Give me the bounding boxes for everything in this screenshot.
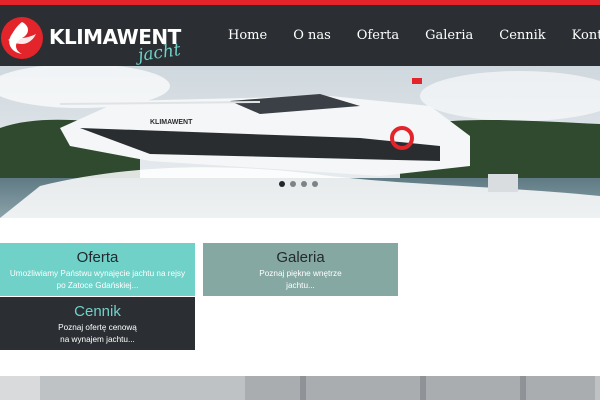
nav-oferta[interactable]: Oferta <box>357 28 399 43</box>
logo[interactable]: KLIMAWENT jacht <box>0 11 190 71</box>
nav-home[interactable]: Home <box>228 28 267 43</box>
tile-cennik-desc-line2: na wynajem jachtu... <box>60 335 135 344</box>
slider-dots <box>279 181 318 187</box>
main-nav: Home O nas Oferta Galeria Cennik Kontakt <box>228 10 600 60</box>
logo-icon <box>1 17 43 59</box>
tile-galeria-title: Galeria <box>276 249 325 266</box>
nav-o-nas[interactable]: O nas <box>293 28 331 43</box>
tile-galeria-desc: Poznaj piękne wnętrze jachtu... <box>203 268 398 292</box>
tile-cennik-title: Cennik <box>74 303 121 320</box>
slider-dot-2[interactable] <box>290 181 296 187</box>
tile-oferta-desc: Umożliwiamy Państwu wynajęcie jachtu na … <box>0 268 195 292</box>
boat-name-text: KLIMAWENT <box>150 119 193 126</box>
slider-dot-3[interactable] <box>301 181 307 187</box>
tile-oferta[interactable]: Oferta Umożliwiamy Państwu wynajęcie jac… <box>0 243 195 296</box>
nav-galeria[interactable]: Galeria <box>425 28 473 43</box>
hero-image: KLIMAWENT <box>0 66 600 218</box>
logo-subtitle: jacht <box>136 40 182 66</box>
slider-dot-1[interactable] <box>279 181 285 187</box>
slider-dot-4[interactable] <box>312 181 318 187</box>
tile-oferta-desc-line1: Umożliwiamy Państwu wynajęcie jachtu na … <box>9 269 186 278</box>
footer-background-strip <box>0 376 600 400</box>
tile-galeria-desc-line2: jachtu... <box>286 281 315 290</box>
nav-kontakt[interactable]: Kontakt <box>572 28 600 43</box>
tile-cennik[interactable]: Cennik Poznaj ofertę cenową na wynajem j… <box>0 297 195 350</box>
tile-oferta-desc-line2: po Zatoce Gdańskiej... <box>56 281 139 290</box>
hero-slider[interactable]: KLIMAWENT <box>0 66 600 218</box>
tile-galeria-desc-line1: Poznaj piękne wnętrze <box>259 269 342 278</box>
nav-cennik[interactable]: Cennik <box>499 28 545 43</box>
tile-cennik-desc: Poznaj ofertę cenową na wynajem jachtu..… <box>0 322 195 346</box>
tile-cennik-desc-line1: Poznaj ofertę cenową <box>58 323 137 332</box>
tile-galeria[interactable]: Galeria Poznaj piękne wnętrze jachtu... <box>203 243 398 296</box>
site-header: KLIMAWENT jacht Home O nas Oferta Galeri… <box>0 5 600 66</box>
tile-oferta-title: Oferta <box>76 249 119 266</box>
